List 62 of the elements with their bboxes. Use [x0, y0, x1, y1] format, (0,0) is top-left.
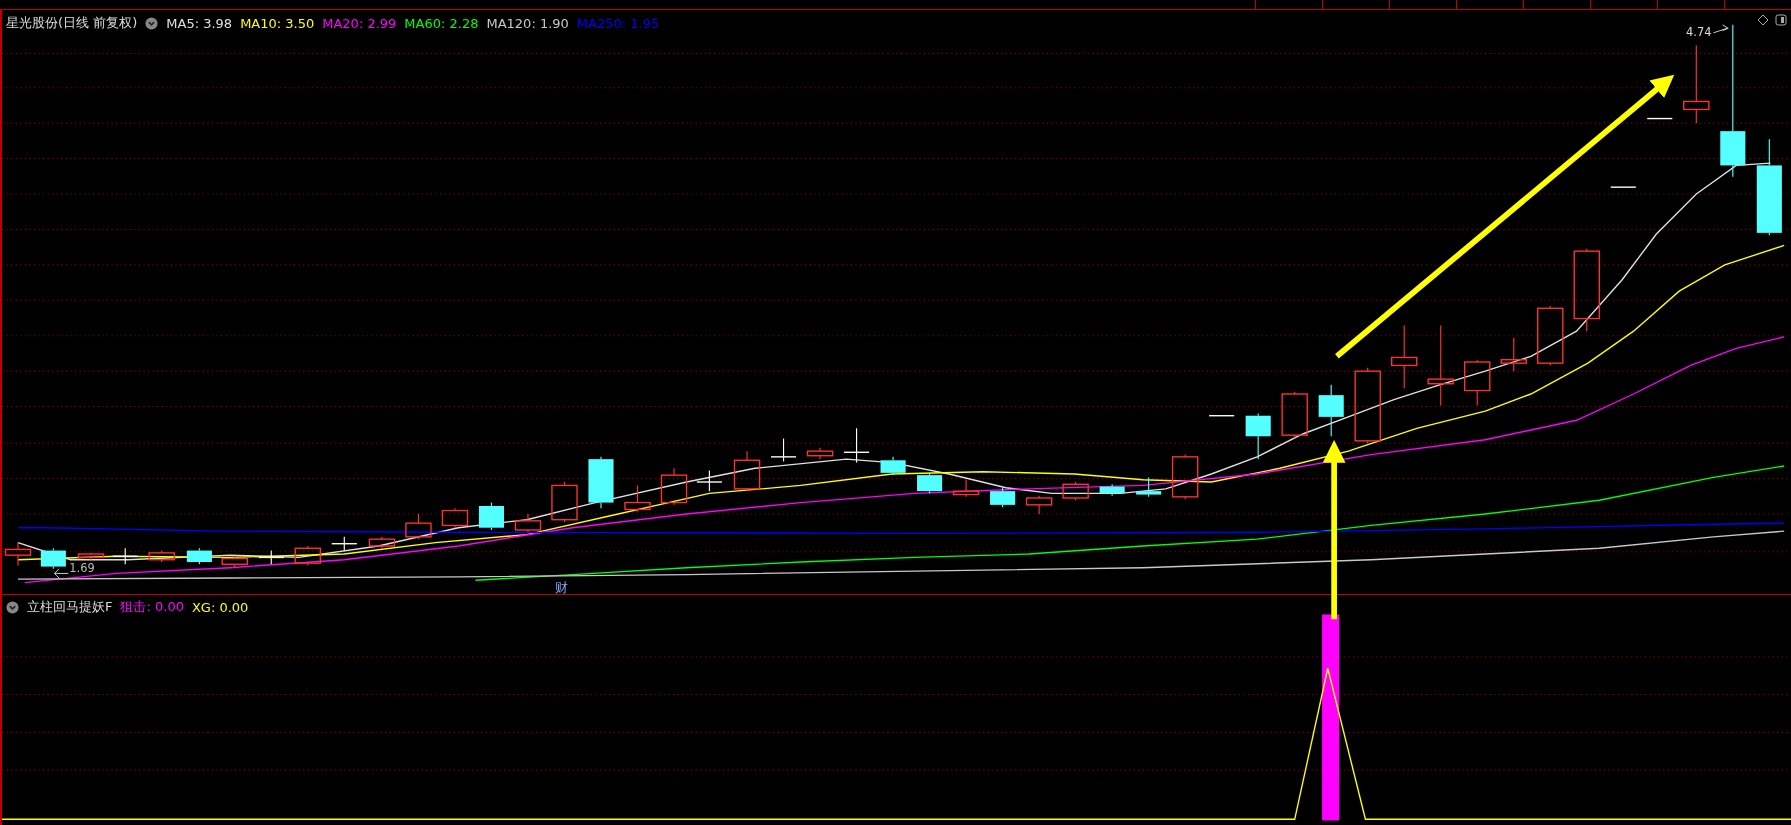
candlestick [368, 536, 396, 549]
indicator-value: 狙击: 0.00 [120, 598, 184, 616]
candlestick [40, 547, 66, 570]
candlestick [660, 467, 688, 506]
candlestick [1500, 337, 1527, 372]
candlestick [148, 550, 175, 563]
candlestick [917, 472, 943, 494]
candlestick [112, 547, 139, 565]
candlestick [551, 481, 578, 523]
moving-average-value: MA20: 2.99 [322, 15, 397, 31]
candlestick [478, 502, 504, 531]
candlestick [1099, 483, 1125, 497]
candlestick [624, 484, 651, 513]
candlestick [1136, 476, 1162, 498]
candlestick [1391, 324, 1418, 389]
candlestick [952, 479, 980, 498]
indicator-value: XG: 0.00 [191, 599, 249, 615]
candlestick [770, 438, 797, 462]
dropdown-icon[interactable] [6, 600, 19, 614]
candlestick [1537, 305, 1564, 366]
dropdown-icon[interactable] [145, 16, 159, 30]
candlestick [1318, 384, 1344, 437]
candlestick [1281, 391, 1308, 438]
candlestick [405, 513, 432, 540]
diamond-icon[interactable] [1757, 14, 1769, 26]
candlestick [1610, 186, 1637, 188]
arrow-icon [1712, 24, 1729, 34]
chart-title: 星光股份(日线 前复权) [6, 14, 138, 32]
candlestick [1208, 415, 1235, 417]
low-price-label: 1.69 [69, 561, 95, 576]
moving-average-value: MA10: 3.50 [240, 15, 315, 31]
arrow-icon [54, 568, 69, 579]
candlestick [221, 555, 248, 569]
candlestick [186, 547, 212, 565]
moving-average-value: MA60: 2.28 [404, 15, 479, 31]
candlestick [588, 456, 614, 509]
candlestick [990, 487, 1016, 508]
candlestick [806, 447, 834, 460]
candlestick [294, 545, 321, 566]
candlestick [514, 513, 542, 533]
candlestick [1464, 359, 1491, 406]
candlestick [843, 427, 870, 464]
candlestick [331, 536, 358, 552]
candlestick [1171, 454, 1199, 500]
candlestick [441, 507, 469, 529]
candlestick [77, 552, 105, 561]
candlestick [733, 450, 761, 492]
candlestick [1646, 117, 1674, 120]
moving-average-value: MA250: 1.95 [576, 15, 660, 31]
candlestick [1062, 481, 1089, 501]
candlestick [696, 470, 723, 492]
event-marker: 财 [555, 579, 569, 594]
candlestick [258, 550, 285, 565]
candlestick [1025, 495, 1053, 515]
moving-average-value: MA120: 1.90 [486, 15, 569, 31]
indicator-title: 立柱回马提妖F [27, 598, 113, 616]
panel-toggle-icon[interactable] [1775, 14, 1787, 26]
candlestick [880, 456, 906, 476]
moving-average-value: MA5: 3.98 [166, 15, 233, 31]
candlestick [4, 542, 32, 566]
candlestick [1245, 412, 1271, 460]
high-price-label: 4.74 [1686, 25, 1712, 40]
